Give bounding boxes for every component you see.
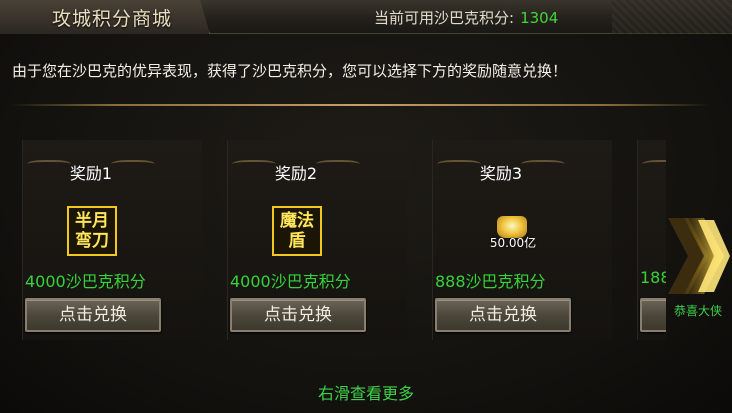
reward-cost: 4000沙巴克积分 [230,272,351,291]
reward-cost: 4000沙巴克积分 [25,272,146,291]
redeem-button-2[interactable]: 点击兑换 [230,298,366,332]
reward-header: 奖励1 [23,152,203,188]
mofadun-skill-icon[interactable]: 魔法盾 [272,206,322,256]
page-title: 攻城积分商城 [52,8,173,30]
points-value: 1304 [520,9,559,27]
points-display: 当前可用沙巴克积分: 1304 [374,7,558,28]
gold-amount: 50.00亿 [489,236,537,250]
description-text: 由于您在沙巴克的优异表现，获得了沙巴克积分，您可以选择下方的奖励随意兑换！ [12,62,568,80]
redeem-button-4[interactable] [640,298,666,332]
reward-cost: 888沙巴克积分 [435,272,546,291]
reward-cost: 188 [640,268,666,287]
congrats-text: 恭喜大侠 [674,304,723,318]
title-bar: 攻城积分商城 当前可用沙巴克积分: 1304 [0,0,732,34]
scroll-hint[interactable]: 右滑查看更多 [0,380,732,404]
reward-header: 奖励2 [228,152,408,188]
reward-list[interactable]: 奖励1 半月弯刀 4000沙巴克积分 点击兑换 奖励2 魔法盾 4000沙巴克积… [22,140,666,340]
ornament-decoration [612,0,732,34]
redeem-button-1[interactable]: 点击兑换 [25,298,161,332]
shop-panel: 攻城积分商城 当前可用沙巴克积分: 1304 由于您在沙巴克的优异表现，获得了沙巴… [0,0,732,413]
chevron-right-icon[interactable] [664,214,732,298]
reward-card-1: 奖励1 半月弯刀 4000沙巴克积分 点击兑换 [22,140,202,340]
points-label: 当前可用沙巴克积分: [374,9,515,27]
flourish-right-icon [111,160,155,170]
banyue-wandao-skill-icon[interactable]: 半月弯刀 [67,206,117,256]
reward-card-2: 奖励2 魔法盾 4000沙巴克积分 点击兑换 [227,140,407,340]
divider [10,104,710,106]
flourish-right-icon [521,160,565,170]
flourish-left-icon [642,160,666,170]
reward-header [638,152,666,188]
reward-card-4: 188 [637,140,666,340]
reward-header: 奖励3 [433,152,613,188]
flourish-right-icon [316,160,360,170]
redeem-button-3[interactable]: 点击兑换 [435,298,571,332]
reward-card-3: 奖励3 50.00亿 888沙巴克积分 点击兑换 [432,140,612,340]
